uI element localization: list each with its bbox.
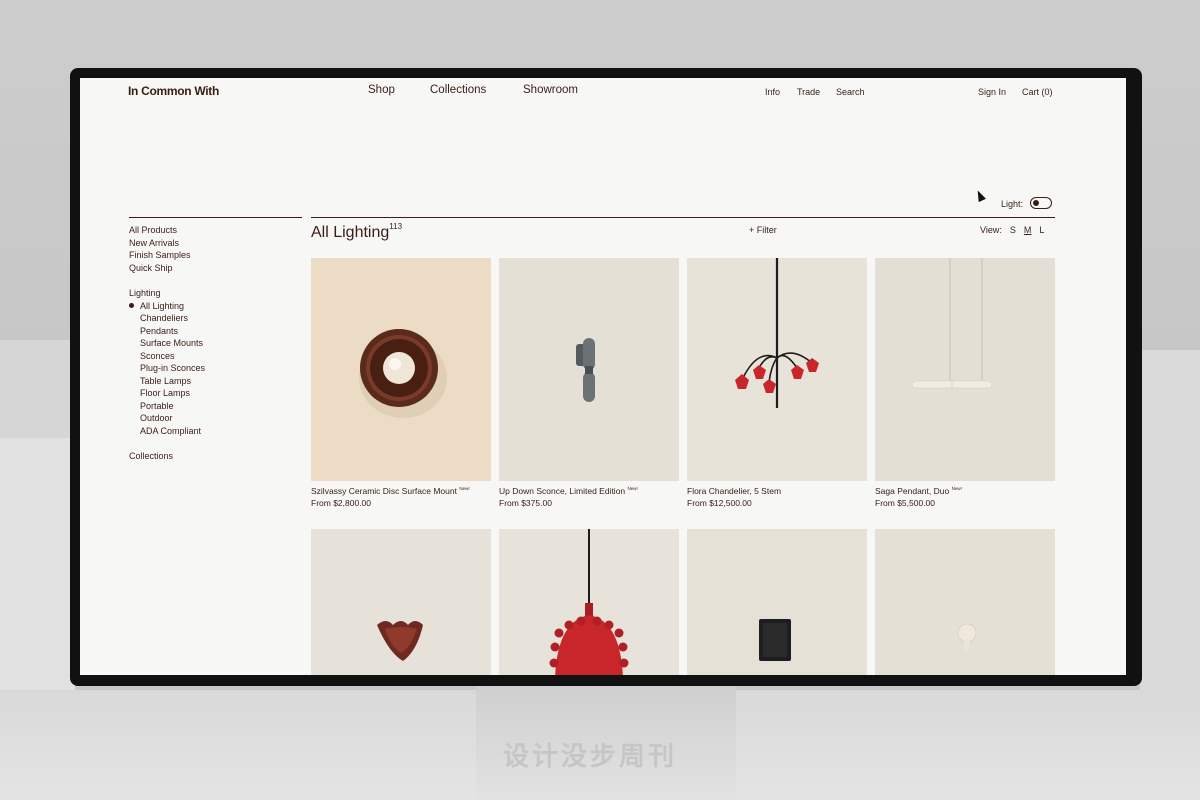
page-title: All Lighting113 bbox=[311, 222, 403, 242]
product-image[interactable] bbox=[311, 529, 491, 675]
product-price: From $2,800.00 bbox=[311, 498, 372, 508]
product-count: 113 bbox=[389, 222, 403, 231]
nav-collections[interactable]: Collections bbox=[430, 84, 486, 96]
sidebar-item-collections[interactable]: Collections bbox=[129, 451, 173, 461]
view-option-s[interactable]: S bbox=[1010, 225, 1016, 235]
product-image[interactable] bbox=[311, 258, 491, 481]
sidebar-item-floor-lamps[interactable]: Floor Lamps bbox=[140, 388, 190, 398]
light-mode-toggle[interactable] bbox=[1030, 197, 1052, 209]
product-image[interactable] bbox=[499, 529, 679, 675]
toggle-knob bbox=[1033, 200, 1039, 206]
product-name[interactable]: Up Down Sconce, Limited Edition New! bbox=[499, 486, 638, 496]
sidebar-item-ada-compliant[interactable]: ADA Compliant bbox=[140, 426, 201, 436]
black-block-sconce-image bbox=[759, 619, 791, 661]
scalloped-sconce-image bbox=[377, 621, 423, 661]
small-white-sconce-image bbox=[957, 623, 977, 651]
nav-sign-in[interactable]: Sign In bbox=[978, 87, 1006, 97]
product-image[interactable] bbox=[875, 258, 1055, 481]
ceramic-disc-surface-mount-image bbox=[359, 329, 447, 418]
nav-cart[interactable]: Cart (0) bbox=[1022, 87, 1053, 97]
sidebar-item-pendants[interactable]: Pendants bbox=[140, 326, 178, 336]
sidebar-item-chandeliers[interactable]: Chandeliers bbox=[140, 313, 188, 323]
sidebar-item-outdoor[interactable]: Outdoor bbox=[140, 413, 173, 423]
up-down-sconce-image bbox=[576, 338, 595, 402]
product-name[interactable]: Saga Pendant, Duo New! bbox=[875, 486, 962, 496]
product-price: From $5,500.00 bbox=[875, 498, 936, 508]
product-card[interactable]: Saga Pendant, Duo New! From $5,500.00 bbox=[875, 258, 1055, 508]
sidebar-item-surface-mounts[interactable]: Surface Mounts bbox=[140, 338, 203, 348]
product-name-text: Saga Pendant, Duo bbox=[875, 486, 950, 496]
product-name-text: Up Down Sconce, Limited Edition bbox=[499, 486, 626, 496]
nav-shop[interactable]: Shop bbox=[368, 84, 395, 96]
product-image[interactable] bbox=[875, 529, 1055, 675]
product-name[interactable]: Szilvassy Ceramic Disc Surface Mount New… bbox=[311, 486, 470, 496]
product-card[interactable] bbox=[875, 529, 1055, 675]
sidebar-item-all-products[interactable]: All Products bbox=[129, 225, 177, 235]
filter-button[interactable]: + Filter bbox=[749, 225, 777, 235]
sidebar-item-quick-ship[interactable]: Quick Ship bbox=[129, 263, 173, 273]
page-title-text: All Lighting bbox=[311, 224, 390, 241]
nav-showroom[interactable]: Showroom bbox=[523, 84, 578, 96]
new-badge: New! bbox=[951, 486, 962, 491]
light-toggle-label: Light: bbox=[1001, 199, 1024, 209]
product-card[interactable]: Up Down Sconce, Limited Edition New! Fro… bbox=[499, 258, 679, 508]
mouse-cursor-icon bbox=[974, 188, 986, 203]
nav-trade[interactable]: Trade bbox=[797, 87, 820, 97]
product-name-text: Szilvassy Ceramic Disc Surface Mount bbox=[311, 486, 457, 496]
product-price: From $375.00 bbox=[499, 498, 552, 508]
sidebar-item-table-lamps[interactable]: Table Lamps bbox=[140, 376, 191, 386]
website-screen: In Common With Shop Collections Showroom… bbox=[80, 78, 1126, 675]
new-badge: New! bbox=[627, 486, 638, 491]
sidebar-divider bbox=[129, 217, 302, 218]
view-option-m[interactable]: M bbox=[1024, 225, 1032, 235]
product-card[interactable]: Szilvassy Ceramic Disc Surface Mount New… bbox=[311, 258, 491, 508]
sidebar-item-new-arrivals[interactable]: New Arrivals bbox=[129, 238, 179, 248]
product-card[interactable] bbox=[311, 529, 491, 675]
site-logo[interactable]: In Common With bbox=[128, 84, 219, 98]
content-divider bbox=[311, 217, 1055, 218]
product-card[interactable] bbox=[499, 529, 679, 675]
nav-search[interactable]: Search bbox=[836, 87, 865, 97]
watermark: 设计没步周刊 bbox=[503, 742, 678, 772]
active-indicator-dot bbox=[129, 303, 134, 308]
new-badge: New! bbox=[459, 486, 470, 491]
view-size-selector: View: S M L bbox=[980, 225, 1044, 235]
product-image[interactable] bbox=[687, 258, 867, 481]
view-label: View: bbox=[980, 225, 1002, 235]
sidebar-section-lighting[interactable]: Lighting bbox=[129, 288, 161, 298]
sidebar-item-portable[interactable]: Portable bbox=[140, 401, 174, 411]
sidebar-item-sconces[interactable]: Sconces bbox=[140, 351, 175, 361]
nav-info[interactable]: Info bbox=[765, 87, 780, 97]
product-image[interactable] bbox=[687, 529, 867, 675]
product-price: From $12,500.00 bbox=[687, 498, 752, 508]
view-option-l[interactable]: L bbox=[1039, 225, 1044, 235]
product-card[interactable]: Flora Chandelier, 5 Stem From $12,500.00 bbox=[687, 258, 867, 508]
sidebar-item-finish-samples[interactable]: Finish Samples bbox=[129, 250, 191, 260]
red-scalloped-pendant-image bbox=[549, 529, 629, 675]
product-name-text: Flora Chandelier, 5 Stem bbox=[687, 486, 782, 496]
flora-chandelier-image bbox=[735, 258, 819, 408]
sidebar-item-all-lighting[interactable]: All Lighting bbox=[140, 301, 184, 311]
product-card[interactable] bbox=[687, 529, 867, 675]
saga-pendant-image bbox=[911, 258, 993, 389]
product-image[interactable] bbox=[499, 258, 679, 481]
product-name[interactable]: Flora Chandelier, 5 Stem bbox=[687, 486, 781, 496]
sidebar-item-plug-in-sconces[interactable]: Plug-in Sconces bbox=[140, 363, 205, 373]
